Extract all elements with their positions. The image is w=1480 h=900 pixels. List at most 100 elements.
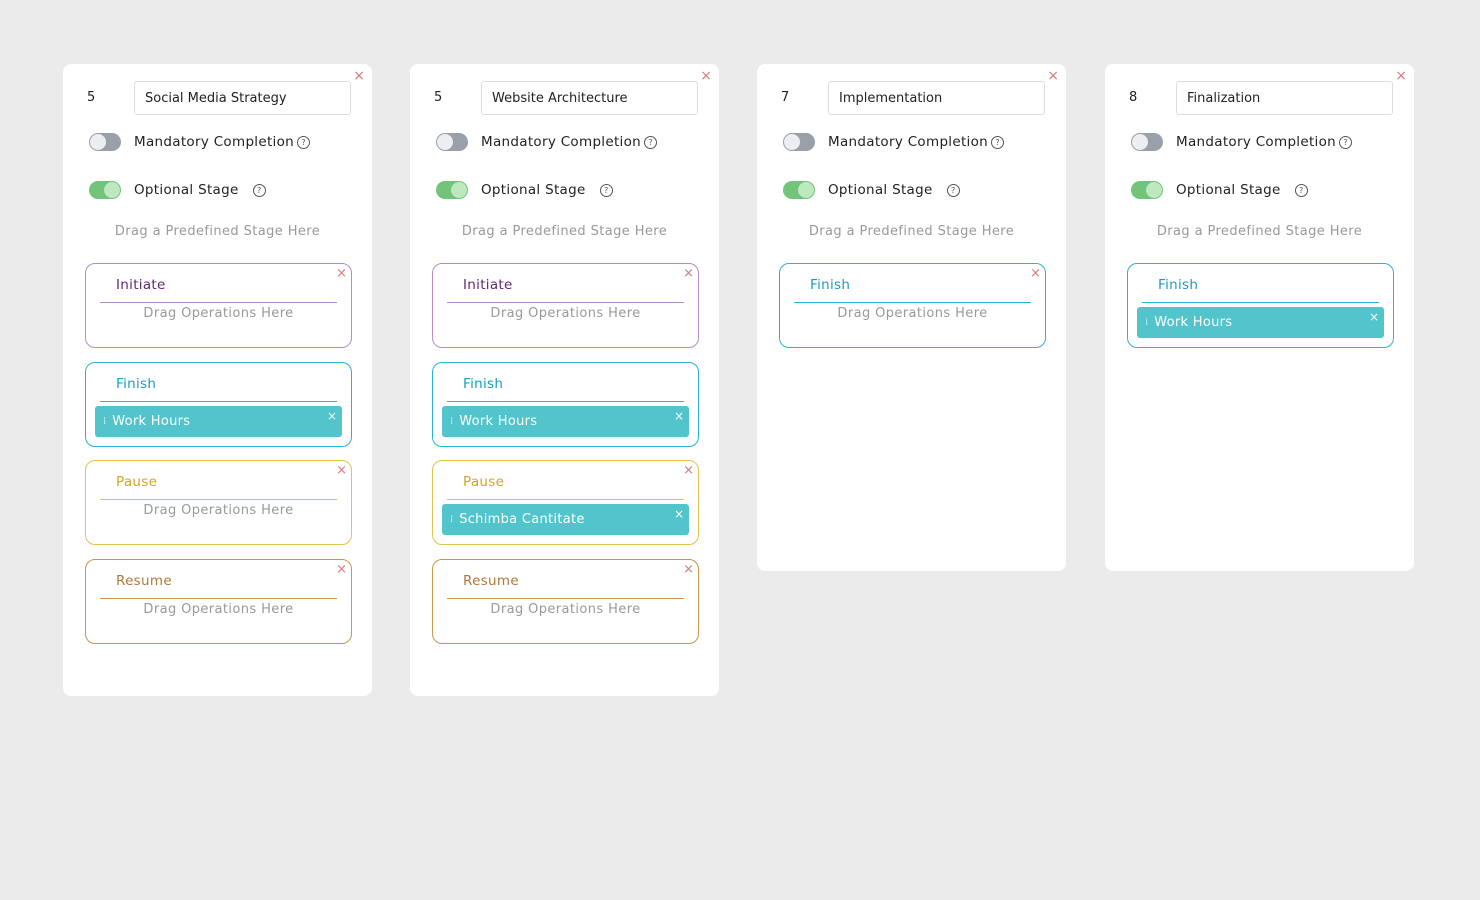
optional-stage-label: Optional Stage [481, 182, 586, 198]
stage-number: 5 [87, 90, 96, 105]
stage-box-finish[interactable]: Finish ⁞ Work Hours × [85, 361, 352, 447]
remove-stage-close-icon[interactable]: × [336, 563, 347, 576]
predefined-stage-drop-zone[interactable]: Drag a Predefined Stage Here [410, 224, 719, 239]
mandatory-completion-label: Mandatory Completion [1176, 134, 1337, 150]
help-icon[interactable]: ? [1339, 135, 1353, 149]
help-icon[interactable]: ? [1294, 183, 1308, 197]
remove-operation-close-icon[interactable]: × [327, 409, 337, 423]
mandatory-completion-toggle[interactable] [436, 133, 468, 151]
remove-operation-close-icon[interactable]: × [674, 507, 684, 521]
stage-title: Resume [463, 572, 519, 589]
drag-handle-icon[interactable]: ⁞ [103, 416, 106, 427]
operation-chip[interactable]: ⁞ Work Hours × [1137, 307, 1384, 338]
stage-name-input[interactable] [481, 81, 698, 115]
remove-stage-close-icon[interactable]: × [1030, 267, 1041, 280]
optional-stage-label: Optional Stage [828, 182, 933, 198]
stage-name-input[interactable] [828, 81, 1045, 115]
mandatory-completion-toggle[interactable] [783, 133, 815, 151]
remove-card-close-icon[interactable]: × [1047, 69, 1059, 83]
stage-title: Finish [1158, 277, 1199, 293]
remove-operation-close-icon[interactable]: × [1369, 310, 1379, 324]
optional-stage-toggle[interactable] [89, 181, 121, 199]
stage-box-initiate[interactable]: Initiate × Drag Operations Here [85, 263, 352, 348]
optional-stage-toggle[interactable] [1131, 181, 1163, 199]
help-icon[interactable]: ? [644, 135, 658, 149]
mandatory-completion-toggle[interactable] [89, 133, 121, 151]
stage-box-finish[interactable]: Finish ⁞ Work Hours × [1127, 263, 1394, 348]
drag-handle-icon[interactable]: ⁞ [1145, 317, 1148, 328]
stage-name-input[interactable] [1176, 81, 1393, 115]
remove-card-close-icon[interactable]: × [700, 69, 712, 83]
stage-divider [100, 302, 337, 303]
help-icon[interactable]: ? [252, 183, 266, 197]
mandatory-completion-row: Mandatory Completion? [89, 133, 311, 151]
stage-divider [794, 302, 1031, 303]
stage-box-initiate[interactable]: Initiate × Drag Operations Here [432, 263, 699, 348]
stage-title: Initiate [463, 277, 513, 293]
mandatory-completion-row: Mandatory Completion? [1131, 133, 1353, 151]
stage-name-input[interactable] [134, 81, 351, 115]
optional-stage-row: Optional Stage? [89, 181, 266, 199]
operations-drop-zone[interactable]: Drag Operations Here [780, 306, 1045, 321]
stage-card: ×8Mandatory Completion?Optional Stage?Dr… [1105, 64, 1414, 571]
drag-handle-icon[interactable]: ⁞ [450, 416, 453, 427]
stage-card: × 5 Mandatory Completion? Optional Stage? Dr… [410, 64, 719, 696]
stage-divider [447, 597, 684, 599]
remove-operation-close-icon[interactable]: × [674, 409, 684, 423]
stage-box-resume[interactable]: Resume × Drag Operations Here [85, 558, 352, 644]
stage-title: Initiate [116, 277, 166, 293]
operations-drop-zone[interactable]: Drag Operations Here [433, 306, 698, 321]
operation-label: Work Hours [112, 413, 191, 429]
stage-box-finish[interactable]: Finish × Drag Operations Here [779, 263, 1046, 348]
remove-stage-close-icon[interactable]: × [683, 563, 694, 576]
optional-stage-toggle[interactable] [436, 181, 468, 199]
operations-drop-zone[interactable]: Drag Operations Here [86, 503, 351, 518]
predefined-stage-drop-zone[interactable]: Drag a Predefined Stage Here [757, 224, 1066, 239]
stage-box-resume[interactable]: Resume × Drag Operations Here [432, 558, 699, 644]
stage-title: Resume [116, 572, 172, 589]
predefined-stage-drop-zone[interactable]: Drag a Predefined Stage Here [63, 224, 372, 239]
stage-box-pause[interactable]: Pause × ⁞ Schimba Cantitate × [432, 460, 699, 545]
toggle-knob [437, 134, 453, 150]
stage-box-pause[interactable]: Pause × Drag Operations Here [85, 460, 352, 545]
operation-label: Work Hours [459, 413, 538, 429]
stage-title: Finish [463, 375, 504, 392]
remove-card-close-icon[interactable]: × [353, 69, 365, 83]
toggle-knob [104, 182, 120, 198]
mandatory-completion-toggle[interactable] [1131, 133, 1163, 151]
mandatory-completion-row: Mandatory Completion? [436, 133, 658, 151]
stage-number: 5 [434, 90, 443, 105]
stage-divider [447, 499, 684, 500]
optional-stage-label: Optional Stage [1176, 182, 1281, 198]
remove-stage-close-icon[interactable]: × [336, 464, 347, 477]
remove-card-close-icon[interactable]: × [1395, 69, 1407, 83]
predefined-stage-drop-zone[interactable]: Drag a Predefined Stage Here [1105, 224, 1414, 239]
remove-stage-close-icon[interactable]: × [683, 464, 694, 477]
operations-drop-zone[interactable]: Drag Operations Here [86, 602, 351, 617]
operation-label: Schimba Cantitate [459, 512, 585, 527]
stage-divider [447, 400, 684, 402]
operation-chip[interactable]: ⁞ Schimba Cantitate × [442, 504, 689, 535]
stage-box-finish[interactable]: Finish ⁞ Work Hours × [432, 361, 699, 447]
help-icon[interactable]: ? [991, 135, 1005, 149]
stage-title: Finish [810, 277, 851, 293]
stage-divider [1142, 302, 1379, 303]
remove-stage-close-icon[interactable]: × [683, 267, 694, 280]
optional-stage-toggle[interactable] [783, 181, 815, 199]
remove-stage-close-icon[interactable]: × [336, 267, 347, 280]
toggle-knob [1146, 182, 1162, 198]
operations-drop-zone[interactable]: Drag Operations Here [86, 306, 351, 321]
help-icon[interactable]: ? [599, 183, 613, 197]
operation-chip[interactable]: ⁞ Work Hours × [442, 405, 689, 437]
operations-drop-zone[interactable]: Drag Operations Here [433, 602, 698, 617]
stage-title: Pause [116, 474, 158, 490]
help-icon[interactable]: ? [946, 183, 960, 197]
stage-card: ×7Mandatory Completion?Optional Stage?Dr… [757, 64, 1066, 571]
stage-title: Pause [463, 474, 505, 490]
drag-handle-icon[interactable]: ⁞ [450, 514, 453, 525]
mandatory-completion-label: Mandatory Completion [481, 134, 642, 150]
stage-divider [100, 597, 337, 599]
toggle-knob [784, 134, 800, 150]
operation-chip[interactable]: ⁞ Work Hours × [95, 405, 342, 437]
help-icon[interactable]: ? [297, 135, 311, 149]
